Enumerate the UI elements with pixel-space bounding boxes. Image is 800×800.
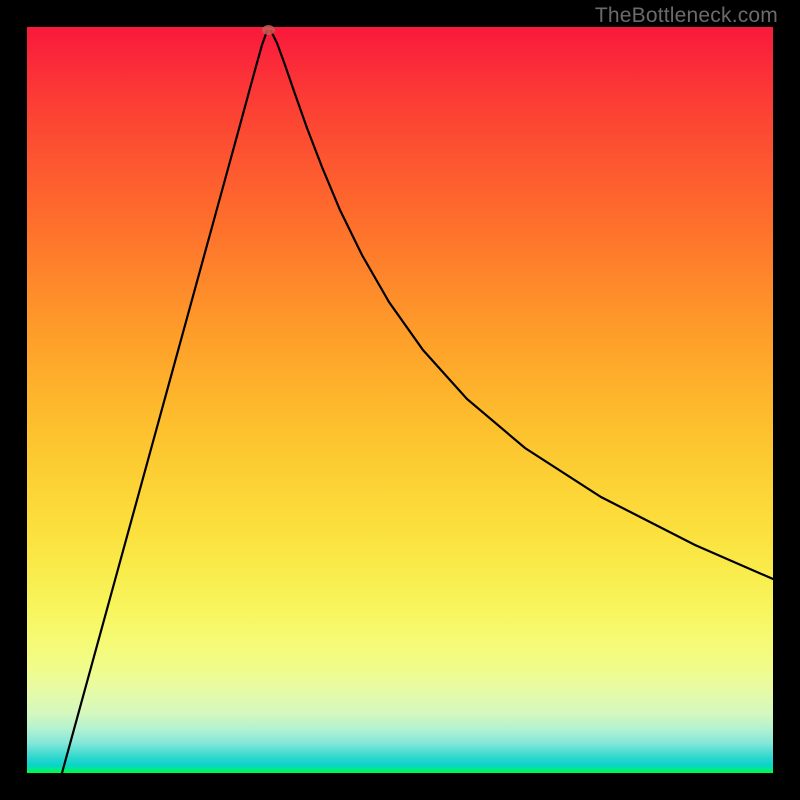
chart-minimum-marker (262, 25, 275, 35)
curve-right-branch (271, 31, 773, 579)
curve-left-branch (62, 31, 267, 773)
watermark-text: TheBottleneck.com (595, 4, 778, 28)
chart-curve (27, 27, 773, 773)
chart-frame: TheBottleneck.com (0, 0, 800, 800)
